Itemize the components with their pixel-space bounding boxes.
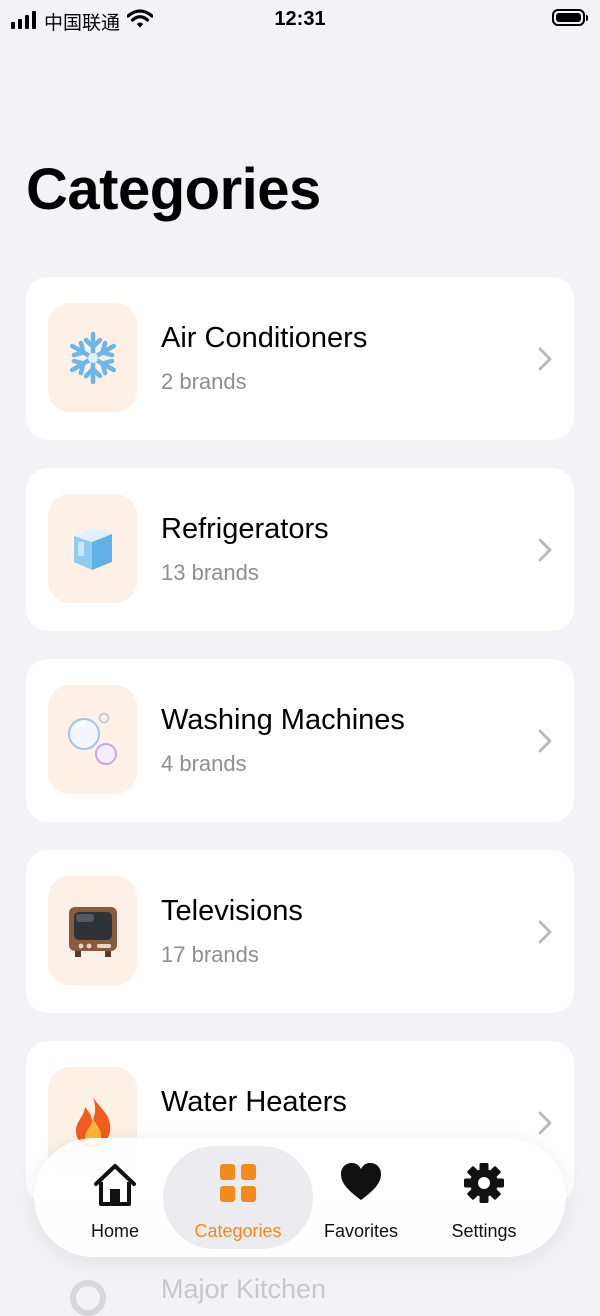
page-title: Categories xyxy=(26,157,321,222)
chevron-right-icon xyxy=(538,729,552,753)
category-name: Water Heaters xyxy=(161,1086,347,1118)
ice-cube-icon xyxy=(48,494,137,603)
snowflake-icon xyxy=(48,303,137,412)
tab-settings[interactable]: Settings xyxy=(409,1146,559,1249)
tab-bar: Home Categories Favorites Settings xyxy=(34,1138,566,1257)
chevron-right-icon xyxy=(538,347,552,371)
bubbles-icon xyxy=(48,685,137,794)
category-name: Refrigerators xyxy=(161,513,329,545)
brand-count: 2 brands xyxy=(161,369,247,394)
tab-label: Settings xyxy=(451,1221,517,1241)
heart-icon xyxy=(341,1163,381,1200)
brand-count: 13 brands xyxy=(161,560,259,585)
chevron-right-icon xyxy=(538,1111,552,1135)
chevron-right-icon xyxy=(538,538,552,562)
status-time: 12:31 xyxy=(274,8,326,30)
category-name: Air Conditioners xyxy=(161,322,368,354)
brand-count: 4 brands xyxy=(161,751,247,776)
category-card-air-conditioners[interactable]: Air Conditioners 2 brands xyxy=(26,277,574,440)
home-icon xyxy=(94,1164,136,1206)
category-card-washing-machines[interactable]: Washing Machines 4 brands xyxy=(26,659,574,822)
category-name: Washing Machines xyxy=(161,704,405,736)
brand-count: 17 brands xyxy=(161,942,259,967)
gear-icon xyxy=(464,1163,504,1203)
category-name-partial: Major Kitchen xyxy=(161,1274,327,1304)
kitchen-icon xyxy=(70,1280,106,1316)
category-card-refrigerators[interactable]: Refrigerators 13 brands xyxy=(26,468,574,631)
television-icon xyxy=(48,876,137,985)
status-bar: 中国联通 12:31 xyxy=(0,0,600,42)
grid-icon xyxy=(220,1164,256,1202)
battery-icon xyxy=(552,9,588,26)
chevron-right-icon xyxy=(538,920,552,944)
category-list: Air Conditioners 2 brands Refrigerators … xyxy=(26,277,574,1232)
category-card-televisions[interactable]: Televisions 17 brands xyxy=(26,850,574,1013)
category-name: Televisions xyxy=(161,895,303,927)
